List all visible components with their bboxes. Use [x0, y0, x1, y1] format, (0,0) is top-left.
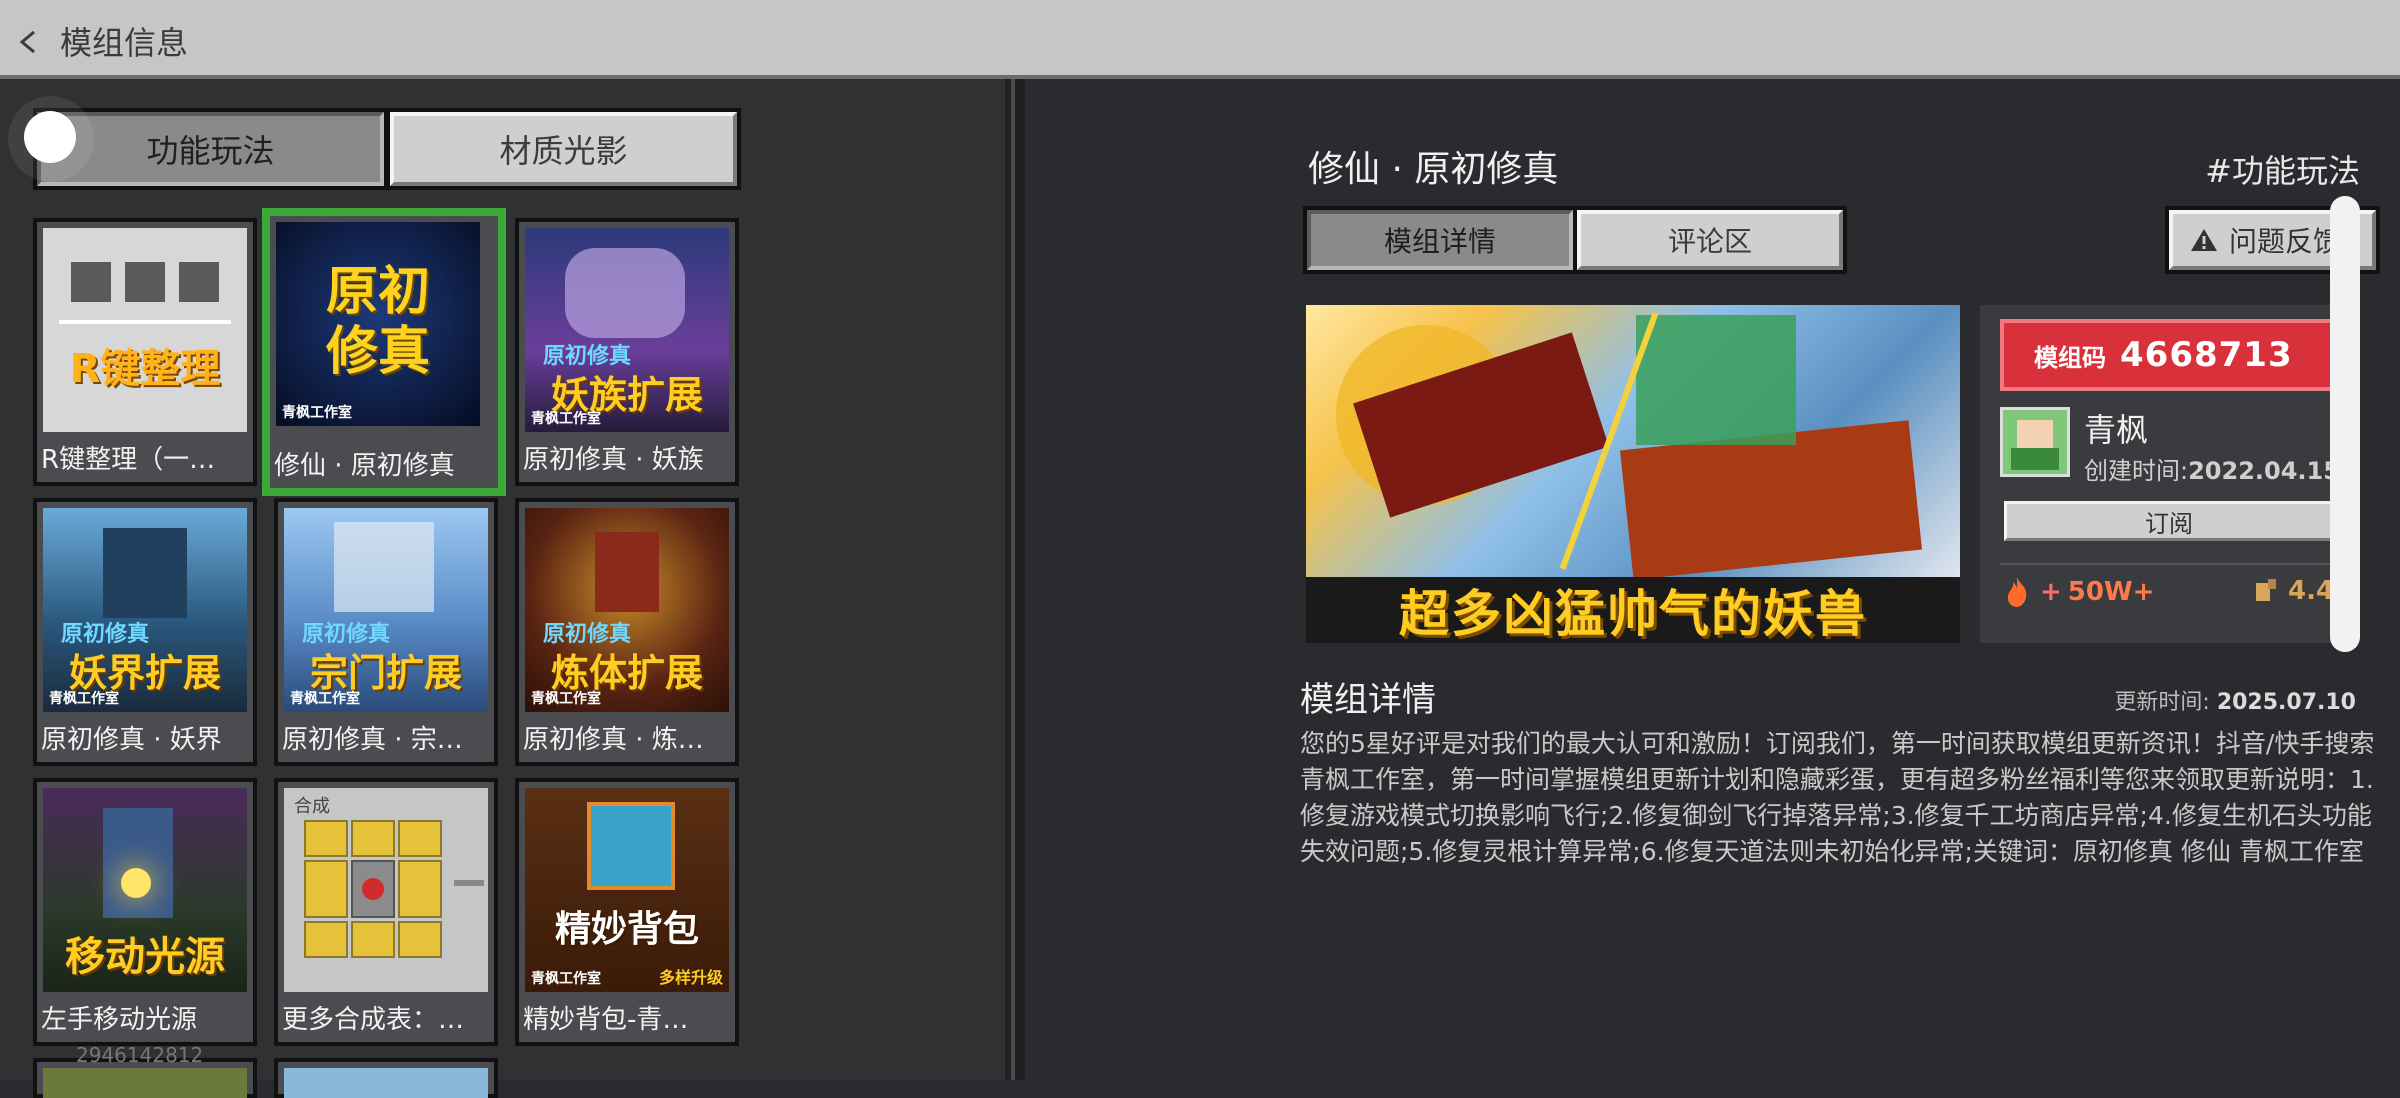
mod-code-label: 模组码 — [2034, 343, 2106, 372]
mod-code-value: 4668713 — [2120, 335, 2293, 375]
mod-card[interactable]: 原初修真 妖界扩展 青枫工作室 原初修真 · 妖界 — [33, 498, 257, 766]
mod-card[interactable]: 移动光源 左手移动光源 — [33, 778, 257, 1046]
update-value: 2025.07.10 — [2216, 690, 2356, 715]
mod-card-selected[interactable]: 原初修真 青枫工作室 修仙 · 原初修真 — [262, 208, 506, 496]
mod-card-name: 原初修真 · 妖族 — [523, 445, 704, 475]
rating-value: 4.4 — [2288, 576, 2335, 606]
pane-divider — [1005, 79, 1025, 1080]
mod-thumbnail: 原初修真 妖界扩展 青枫工作室 — [43, 508, 247, 712]
back-arrow-icon[interactable] — [14, 22, 44, 62]
mod-card-name: 原初修真 · 炼… — [523, 725, 704, 755]
mod-thumbnail: 原初修真 宗门扩展 青枫工作室 — [284, 508, 488, 712]
mod-thumbnail: 原初修真 炼体扩展 青枫工作室 — [525, 508, 729, 712]
mod-card[interactable]: R键整理 R键整理（一… — [33, 218, 257, 486]
download-value: 50W+ — [2067, 577, 2155, 607]
thumb-subtitle: 多样升级 — [658, 968, 723, 987]
stats-divider — [2000, 563, 2340, 565]
tab-texture[interactable]: 材质光影 — [390, 112, 737, 186]
created-value: 2022.04.15 — [2188, 457, 2340, 485]
mod-banner-image[interactable]: 超多凶猛帅气的妖兽 — [1306, 305, 1960, 643]
detail-tabs: 模组详情 评论区 — [1303, 206, 1847, 274]
author-avatar[interactable] — [2000, 407, 2070, 477]
mod-card[interactable]: 原初修真 妖族扩展 青枫工作室 原初修真 · 妖族 — [515, 218, 739, 486]
warning-icon — [2191, 229, 2217, 251]
crafting-label: 合成 — [294, 796, 330, 817]
author-name[interactable]: 青枫 — [2084, 405, 2148, 451]
studio-tag: 青枫工作室 — [531, 691, 601, 707]
mod-thumbnail: 合成 — [284, 788, 488, 992]
mod-card[interactable]: 原初修真 宗门扩展 青枫工作室 原初修真 · 宗… — [274, 498, 498, 766]
created-time: 创建时间:2022.04.15 — [2084, 451, 2340, 486]
mod-card[interactable]: 原初修真 炼体扩展 青枫工作室 原初修真 · 炼… — [515, 498, 739, 766]
mod-code-badge[interactable]: 模组码 4668713 — [2000, 319, 2340, 391]
studio-tag: 青枫工作室 — [49, 691, 119, 707]
mod-card[interactable]: 精妙背包 多样升级 青枫工作室 精妙背包-青… — [515, 778, 739, 1046]
category-tabs: 功能玩法 材质光影 — [33, 108, 741, 190]
fire-icon — [2007, 577, 2027, 607]
subscribe-button[interactable]: 订阅 — [2004, 501, 2334, 541]
mod-card-name: R键整理（一… — [41, 445, 216, 475]
update-label: 更新时间: — [2114, 690, 2210, 715]
floating-toggle[interactable] — [8, 96, 94, 182]
update-time: 更新时间: 2025.07.10 — [2114, 684, 2356, 716]
mod-card[interactable] — [274, 1058, 498, 1098]
mod-category-tag: #功能玩法 — [2205, 152, 2360, 190]
studio-tag: 青枫工作室 — [282, 405, 352, 421]
tab-mod-details[interactable]: 模组详情 — [1307, 210, 1573, 270]
mod-card-name: 精妙背包-青… — [523, 1005, 689, 1035]
thumb-title: 精妙背包 — [554, 909, 699, 950]
mod-card-name: 原初修真 · 宗… — [282, 725, 463, 755]
mod-info-panel: 模组码 4668713 青枫 创建时间:2022.04.15 订阅 +50W+ … — [1980, 305, 2340, 643]
mod-thumbnail: R键整理 — [43, 228, 247, 432]
thumb-title: 原初修真 — [325, 262, 430, 382]
mod-card-name: 修仙 · 原初修真 — [274, 451, 455, 481]
rating: 4.4 — [2250, 575, 2334, 607]
download-count: +50W+ — [2000, 575, 2154, 609]
mod-card-name: 左手移动光源 — [41, 1005, 198, 1035]
mod-description: 您的5星好评是对我们的最大认可和激励！订阅我们，第一时间获取模组更新资讯！抖音/… — [1300, 729, 2375, 866]
rating-icon — [2256, 579, 2276, 601]
banner-caption: 超多凶猛帅气的妖兽 — [1306, 577, 1960, 643]
top-bar: 模组信息 — [0, 0, 2400, 79]
studio-tag: 青枫工作室 — [531, 411, 601, 427]
detail-scrollbar[interactable] — [2330, 196, 2360, 652]
studio-tag: 青枫工作室 — [531, 971, 601, 987]
mod-card-name: 原初修真 · 妖界 — [41, 725, 222, 755]
studio-tag: 青枫工作室 — [290, 691, 360, 707]
page-title: 模组信息 — [60, 24, 189, 62]
thumb-title: 移动光源 — [65, 934, 225, 980]
mod-card[interactable]: 合成 更多合成表：… — [274, 778, 498, 1046]
mod-title: 修仙 · 原初修真 — [1308, 149, 1559, 190]
user-id-watermark: 2946142812 — [76, 1043, 204, 1067]
mod-card-name: 更多合成表：… — [282, 1005, 465, 1035]
crafting-grid — [304, 820, 442, 958]
mod-thumbnail: 原初修真 妖族扩展 青枫工作室 — [525, 228, 729, 432]
mod-thumbnail: 精妙背包 多样升级 青枫工作室 — [525, 788, 729, 992]
thumb-title: R键整理 — [69, 346, 221, 392]
detail-heading: 模组详情 — [1300, 680, 1436, 720]
created-label: 创建时间: — [2084, 457, 2189, 485]
feedback-label: 问题反馈 — [2229, 225, 2342, 258]
mod-thumbnail: 原初修真 青枫工作室 — [276, 222, 480, 426]
mod-thumbnail: 移动光源 — [43, 788, 247, 992]
tab-comments[interactable]: 评论区 — [1577, 210, 1843, 270]
